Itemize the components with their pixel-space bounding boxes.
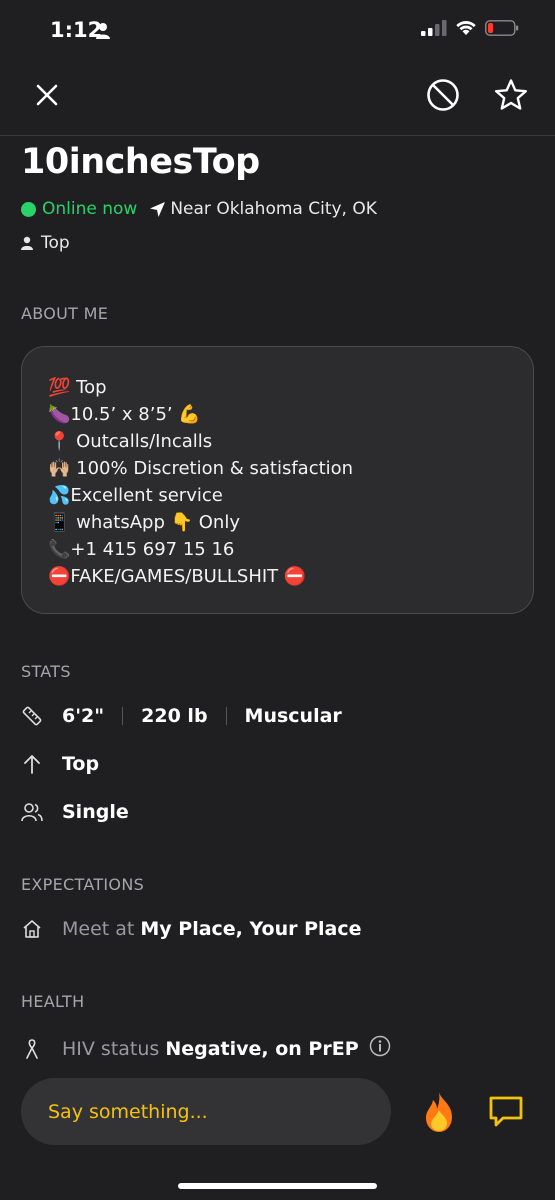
signal-icon <box>421 20 447 36</box>
weight-value: 220 lb <box>141 705 208 727</box>
meet-at-row: Meet at My Place, Your Place <box>21 918 362 940</box>
flame-icon <box>426 1092 452 1132</box>
status-indicators <box>421 20 519 36</box>
hiv-status-value: Negative, on PrEP <box>165 1037 359 1060</box>
relationship-value: Single <box>62 801 129 823</box>
person-icon <box>96 23 110 39</box>
people-icon <box>21 801 43 823</box>
profile-name: 10inchesTop <box>21 142 260 182</box>
tap-button[interactable] <box>416 1088 462 1136</box>
position-text: Top <box>41 233 70 253</box>
message-placeholder: Say something... <box>48 1100 208 1123</box>
position-stat-row: Top <box>21 753 99 775</box>
info-icon[interactable] <box>369 1035 391 1062</box>
home-indicator <box>178 1183 377 1189</box>
about-line: 🙌🏼 100% Discretion & satisfaction <box>48 458 354 479</box>
meet-at-value: My Place, Your Place <box>140 918 362 940</box>
stats-section-label: STATS <box>21 662 71 681</box>
chat-bubble-icon <box>489 1096 523 1127</box>
location-arrow-icon <box>150 201 166 217</box>
height-value: 6'2" <box>62 705 105 727</box>
online-location-row: Online now Near Oklahoma City, OK <box>21 199 377 219</box>
about-box: 💯 Top 🍆10.5’ x 8’5’ 💪 📍 Outcalls/Incalls… <box>21 346 534 614</box>
position-row: Top <box>21 233 70 253</box>
close-icon <box>36 84 58 106</box>
meet-at-prefix: Meet at <box>62 918 135 940</box>
position-stat-value: Top <box>62 753 100 775</box>
body-type-value: Muscular <box>244 705 342 727</box>
chat-button[interactable] <box>484 1090 528 1134</box>
favorite-button[interactable] <box>486 70 536 120</box>
health-section-label: HEALTH <box>21 992 85 1011</box>
block-button[interactable] <box>418 70 468 120</box>
about-section-label: ABOUT ME <box>21 304 109 323</box>
ruler-icon <box>21 705 43 727</box>
online-indicator <box>21 201 36 217</box>
arrow-up-icon <box>21 753 43 775</box>
message-input[interactable]: Say something... <box>21 1078 391 1145</box>
person-icon <box>21 236 33 250</box>
top-nav <box>0 62 555 136</box>
expectations-section-label: EXPECTATIONS <box>21 875 145 894</box>
hiv-status-prefix: HIV status <box>62 1037 160 1060</box>
divider <box>225 707 227 725</box>
about-line: ⛔FAKE/GAMES/BULLSHIT ⛔ <box>48 566 307 587</box>
location-text: Near Oklahoma City, OK <box>170 199 377 219</box>
about-line: 📱 whatsApp 👇 Only <box>48 512 240 533</box>
hiv-status-row: HIV status Negative, on PrEP <box>21 1035 391 1062</box>
block-icon <box>427 79 459 111</box>
about-line: 🍆10.5’ x 8’5’ 💪 <box>48 404 201 425</box>
relationship-stat-row: Single <box>21 801 129 823</box>
close-button[interactable] <box>22 70 72 120</box>
about-line: 💯 Top <box>48 377 107 398</box>
divider <box>122 707 124 725</box>
status-time: 1:12 <box>50 18 103 42</box>
online-status: Online now <box>42 199 138 219</box>
star-icon <box>495 79 527 110</box>
wifi-icon <box>456 21 476 35</box>
about-line: 📞+1 415 697 15 16 <box>48 539 235 560</box>
status-bar: 1:12 <box>0 0 555 62</box>
about-line: 💦Excellent service <box>48 485 223 506</box>
battery-icon <box>485 20 519 36</box>
body-stats-row: 6'2" 220 lb Muscular <box>21 705 342 727</box>
home-icon <box>21 918 43 940</box>
about-line: 📍 Outcalls/Incalls <box>48 431 213 452</box>
ribbon-icon <box>21 1038 43 1060</box>
